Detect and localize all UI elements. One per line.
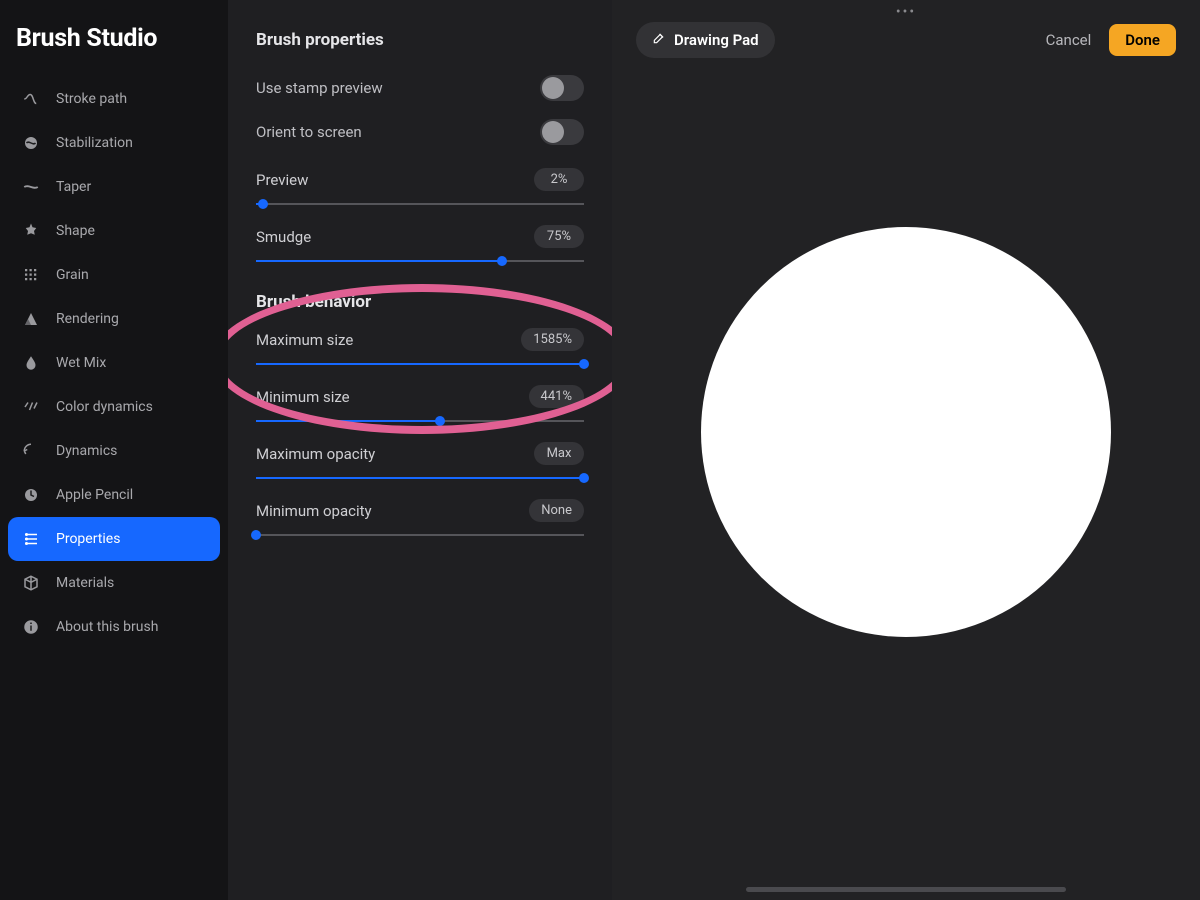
apple-pencil-icon [22, 486, 40, 504]
grain-icon [22, 266, 40, 284]
taper-icon [22, 178, 40, 196]
sidebar-item-grain[interactable]: Grain [8, 253, 220, 297]
color-dynamics-icon [22, 398, 40, 416]
section-heading-properties: Brush properties [256, 30, 584, 50]
slider-label: Preview [256, 171, 308, 189]
sidebar-item-label: Wet Mix [56, 355, 106, 371]
rendering-icon [22, 310, 40, 328]
toggle-label: Use stamp preview [256, 79, 383, 97]
sidebar-item-stroke-path[interactable]: Stroke path [8, 77, 220, 121]
slider-label: Maximum opacity [256, 445, 375, 463]
slider-value[interactable]: 2% [534, 168, 584, 191]
edit-icon [652, 31, 666, 49]
sidebar-item-label: Grain [56, 267, 89, 283]
sidebar-item-about[interactable]: About this brush [8, 605, 220, 649]
sidebar-item-label: Dynamics [56, 443, 117, 459]
slider-max-size: Maximum size 1585% [256, 328, 584, 371]
drawing-pad-label: Drawing Pad [674, 31, 759, 49]
section-heading-behavior: Brush behavior [256, 292, 584, 312]
sidebar-item-label: Apple Pencil [56, 487, 133, 503]
slider-label: Maximum size [256, 331, 353, 349]
sidebar-item-label: Stabilization [56, 135, 133, 151]
wet-mix-icon [22, 354, 40, 372]
dynamics-icon [22, 442, 40, 460]
stabilization-icon [22, 134, 40, 152]
sidebar-item-label: Color dynamics [56, 399, 153, 415]
slider-smudge: Smudge 75% [256, 225, 584, 268]
sidebar-item-dynamics[interactable]: Dynamics [8, 429, 220, 473]
sidebar-item-label: Shape [56, 223, 95, 239]
slider-label: Minimum size [256, 388, 350, 406]
row-orient-to-screen: Orient to screen [256, 110, 584, 154]
slider-track-min-opacity[interactable] [256, 528, 584, 542]
slider-value[interactable]: 75% [534, 225, 584, 248]
slider-preview: Preview 2% [256, 168, 584, 211]
row-use-stamp-preview: Use stamp preview [256, 66, 584, 110]
sidebar-item-label: About this brush [56, 619, 158, 635]
stroke-path-icon [22, 90, 40, 108]
slider-min-opacity: Minimum opacity None [256, 499, 584, 542]
canvas-area: ••• Drawing Pad Cancel Done [612, 0, 1200, 900]
sidebar-item-label: Properties [56, 531, 120, 547]
materials-icon [22, 574, 40, 592]
properties-panel: Brush properties Use stamp preview Orien… [228, 0, 612, 900]
slider-label: Minimum opacity [256, 502, 372, 520]
slider-label: Smudge [256, 228, 311, 246]
sidebar-item-label: Rendering [56, 311, 119, 327]
sidebar-item-rendering[interactable]: Rendering [8, 297, 220, 341]
sidebar-item-label: Taper [56, 179, 91, 195]
slider-track-preview[interactable] [256, 197, 584, 211]
sidebar-item-taper[interactable]: Taper [8, 165, 220, 209]
sidebar-item-shape[interactable]: Shape [8, 209, 220, 253]
slider-track-max-size[interactable] [256, 357, 584, 371]
cancel-button[interactable]: Cancel [1046, 31, 1092, 49]
slider-value[interactable]: Max [534, 442, 584, 465]
toggle-label: Orient to screen [256, 123, 362, 141]
sidebar-item-stabilization[interactable]: Stabilization [8, 121, 220, 165]
sidebar-item-properties[interactable]: Properties [8, 517, 220, 561]
brush-preview-circle [701, 227, 1111, 637]
more-menu-icon[interactable]: ••• [896, 4, 916, 20]
slider-value[interactable]: None [529, 499, 584, 522]
slider-max-opacity: Maximum opacity Max [256, 442, 584, 485]
toggle-orient-to-screen[interactable] [540, 119, 584, 145]
slider-min-size: Minimum size 441% [256, 385, 584, 428]
sidebar-item-materials[interactable]: Materials [8, 561, 220, 605]
properties-icon [22, 530, 40, 548]
info-icon [22, 618, 40, 636]
sidebar-item-apple-pencil[interactable]: Apple Pencil [8, 473, 220, 517]
slider-value[interactable]: 441% [529, 385, 584, 408]
slider-value[interactable]: 1585% [521, 328, 584, 351]
drawing-pad-button[interactable]: Drawing Pad [636, 22, 775, 58]
sidebar-item-label: Stroke path [56, 91, 127, 107]
slider-track-max-opacity[interactable] [256, 471, 584, 485]
home-indicator[interactable] [746, 887, 1066, 892]
shape-icon [22, 222, 40, 240]
sidebar-item-wet-mix[interactable]: Wet Mix [8, 341, 220, 385]
sidebar-item-color-dynamics[interactable]: Color dynamics [8, 385, 220, 429]
sidebar-item-label: Materials [56, 575, 114, 591]
slider-track-smudge[interactable] [256, 254, 584, 268]
toggle-use-stamp-preview[interactable] [540, 75, 584, 101]
sidebar: Brush Studio Stroke path Stabilization T… [0, 0, 228, 900]
app-title: Brush Studio [8, 14, 220, 77]
done-button[interactable]: Done [1109, 24, 1176, 56]
slider-track-min-size[interactable] [256, 414, 584, 428]
